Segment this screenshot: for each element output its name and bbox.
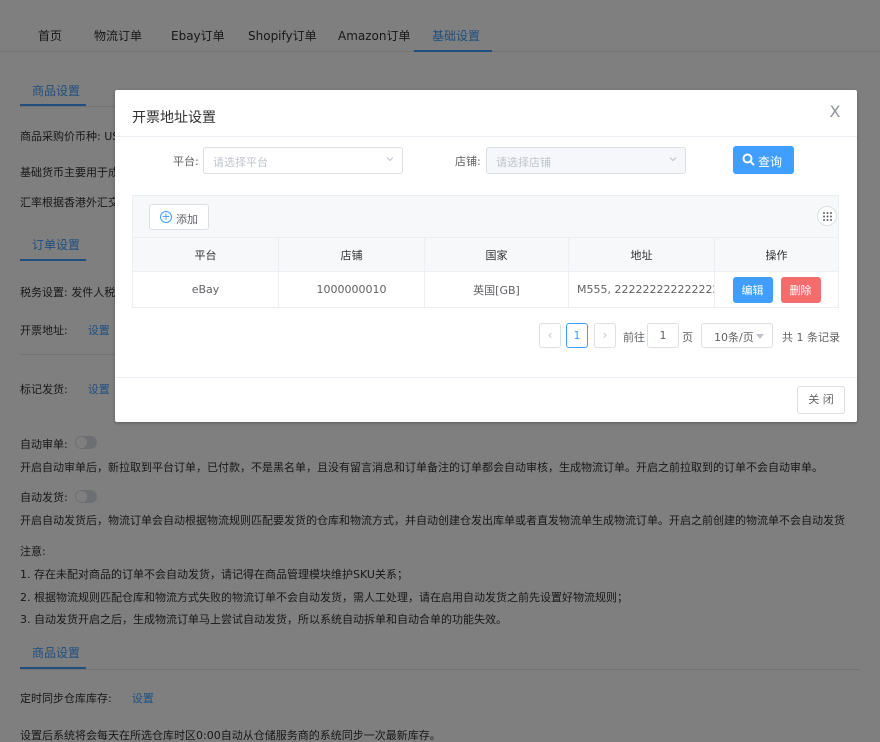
table-row: eBay 1000000010 英国[GB] M555, 22222222222…	[133, 272, 838, 307]
column-header-store: 店铺	[279, 238, 425, 271]
goto-prefix: 前往	[623, 331, 645, 344]
column-settings-button[interactable]	[817, 206, 837, 226]
dialog-title: 开票地址设置	[132, 110, 216, 126]
prev-page-button[interactable]: ‹	[539, 323, 561, 348]
page-number-button[interactable]: 1	[566, 323, 588, 348]
goto-page-input[interactable]: 1	[647, 323, 679, 348]
next-page-button[interactable]: ›	[594, 323, 616, 348]
store-select[interactable]: 请选择店铺	[486, 147, 686, 174]
cell-actions: 编辑 删除	[715, 272, 838, 307]
chevron-down-icon	[386, 157, 394, 162]
query-button[interactable]: 查询	[733, 146, 794, 174]
query-button-label: 查询	[758, 155, 783, 169]
page-size-value: 10条/页	[714, 331, 754, 344]
page-size-select[interactable]: 10条/页	[701, 323, 773, 348]
search-icon	[742, 153, 755, 166]
edit-button[interactable]: 编辑	[732, 276, 773, 303]
table-toolbar: + 添加	[133, 196, 838, 238]
invoice-address-dialog: 开票地址设置 X 平台: 请选择平台 店铺: 请选择店铺 查询 + 添加 平台 …	[115, 90, 857, 422]
dialog-header-divider	[115, 136, 857, 137]
platform-select[interactable]: 请选择平台	[203, 147, 403, 174]
invoice-address-table: + 添加 平台 店铺 国家 地址 操作 eBay 1000000010 英国[G…	[132, 195, 839, 308]
cell-platform: eBay	[133, 272, 279, 307]
total-records: 共 1 条记录	[782, 331, 840, 344]
platform-label: 平台:	[173, 155, 199, 168]
store-select-placeholder: 请选择店铺	[496, 156, 551, 169]
chevron-right-icon: ›	[602, 328, 608, 342]
chevron-left-icon: ‹	[547, 328, 553, 342]
column-header-platform: 平台	[133, 238, 279, 271]
store-label: 店铺:	[455, 155, 481, 168]
cell-country: 英国[GB]	[425, 272, 569, 307]
column-header-country: 国家	[425, 238, 569, 271]
caret-down-icon	[756, 334, 764, 339]
column-header-actions: 操作	[765, 248, 788, 262]
goto-suffix: 页	[682, 331, 693, 344]
delete-button[interactable]: 删除	[780, 276, 821, 303]
dialog-footer-divider	[115, 377, 857, 378]
grid-dots-icon	[823, 212, 832, 221]
table-header: 平台 店铺 国家 地址 操作	[133, 238, 838, 272]
close-button[interactable]: 关 闭	[797, 386, 845, 414]
add-button[interactable]: + 添加	[149, 204, 209, 230]
plus-circle-icon: +	[160, 210, 172, 223]
chevron-down-icon	[669, 157, 677, 162]
column-header-address: 地址	[569, 238, 715, 271]
cell-address: M555, 2222222222222222,...	[569, 272, 715, 307]
cell-store: 1000000010	[279, 272, 425, 307]
add-button-label: 添加	[176, 213, 198, 226]
close-icon[interactable]: X	[827, 104, 843, 120]
platform-select-placeholder: 请选择平台	[213, 156, 268, 169]
